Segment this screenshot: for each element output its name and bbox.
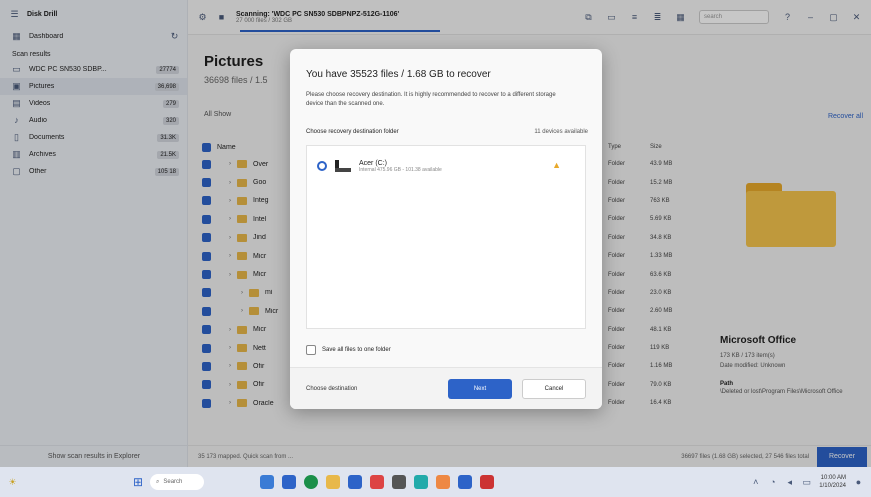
recovery-destination-dialog: You have 35523 files / 1.68 GB to recove…	[290, 49, 602, 409]
windows-taskbar: ☀ ⊞ ⌕ Search ˄ ◔ ◂ ▭ 10:00 AM 1/10/2024 ●	[0, 467, 871, 497]
dialog-footer: Choose destination Next Cancel	[290, 367, 602, 409]
clock[interactable]: 10:00 AM 1/10/2024	[819, 474, 846, 490]
app-icon[interactable]	[480, 475, 494, 489]
dialog-title: You have 35523 files / 1.68 GB to recove…	[306, 69, 491, 80]
drive-icon	[335, 160, 351, 172]
app-icon[interactable]	[414, 475, 428, 489]
start-icon[interactable]: ⊞	[133, 476, 143, 488]
app-icon[interactable]	[282, 475, 296, 489]
app-icon[interactable]	[458, 475, 472, 489]
next-button[interactable]: Next	[448, 378, 512, 399]
save-all-label: Save all files to one folder	[322, 347, 391, 353]
devices-count: 11 devices available	[534, 129, 588, 135]
date: 1/10/2024	[819, 483, 846, 489]
notification-icon[interactable]: ●	[854, 477, 863, 487]
file-explorer-icon[interactable]	[326, 475, 340, 489]
taskbar-search[interactable]: ⌕ Search	[150, 474, 204, 490]
app-icon[interactable]	[260, 475, 274, 489]
chevron-up-icon[interactable]: ˄	[751, 477, 760, 487]
store-icon[interactable]	[348, 475, 362, 489]
destination-name: Acer (C:)	[359, 159, 387, 167]
widgets-icon[interactable]: ☀	[8, 477, 17, 487]
search-icon: ⌕	[156, 478, 160, 485]
app-icon[interactable]	[436, 475, 450, 489]
search-label: Search	[163, 479, 183, 485]
time: 10:00 AM	[820, 475, 846, 481]
edge-icon[interactable]	[304, 475, 318, 489]
warning-icon: ▲	[552, 160, 561, 170]
disk-drill-window: ☰ Disk Drill ▦ Dashboard ↻ Scan results …	[0, 0, 871, 467]
radio-button[interactable]	[317, 161, 327, 171]
save-all-checkbox[interactable]	[306, 345, 316, 355]
choose-destination-label: Choose recovery destination folder	[306, 129, 399, 135]
wifi-icon[interactable]: ◔	[768, 477, 777, 487]
destination-info: Acer (C:) Internal 475.96 GB - 101.38 av…	[359, 160, 442, 173]
volume-icon[interactable]: ◂	[785, 477, 794, 487]
app-icon[interactable]	[370, 475, 384, 489]
destination-item[interactable]: Acer (C:) Internal 475.96 GB - 101.38 av…	[307, 146, 587, 186]
destination-detail: Internal 475.96 GB - 101.38 available	[359, 166, 442, 173]
cancel-button[interactable]: Cancel	[522, 378, 586, 399]
save-all-option[interactable]: Save all files to one folder	[306, 345, 391, 355]
app-icon[interactable]	[392, 475, 406, 489]
dialog-description: Please choose recovery destination. It i…	[306, 92, 556, 107]
battery-icon[interactable]: ▭	[802, 477, 812, 487]
system-tray: ˄ ◔ ◂ ▭ 10:00 AM 1/10/2024 ●	[751, 474, 863, 490]
choose-destination-button[interactable]: Choose destination	[306, 386, 438, 392]
destination-list: Acer (C:) Internal 475.96 GB - 101.38 av…	[306, 145, 586, 329]
